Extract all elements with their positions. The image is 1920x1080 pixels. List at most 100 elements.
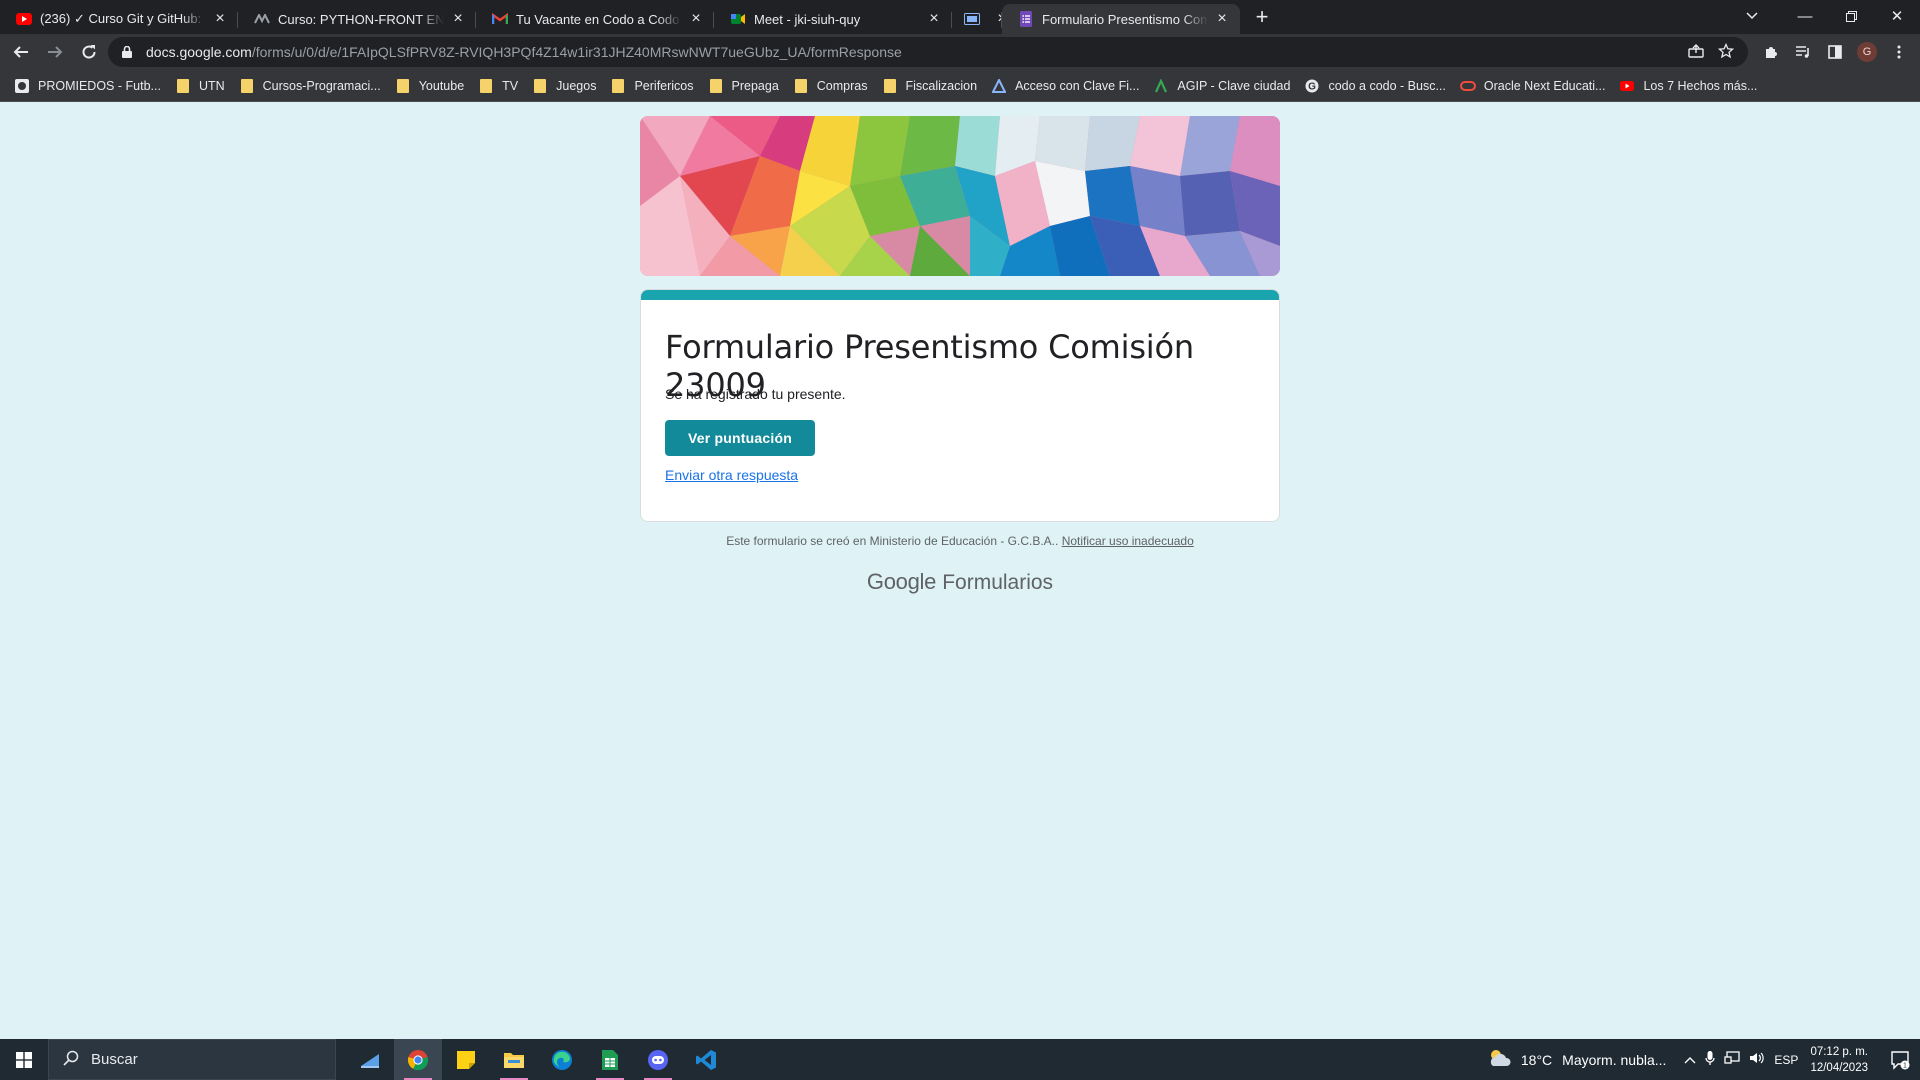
browser-tab[interactable]: × [952, 4, 1002, 34]
folder-icon [882, 78, 898, 94]
taskbar-app-vscode[interactable] [682, 1039, 730, 1080]
restore-icon[interactable] [1828, 0, 1874, 32]
bookmark-label: Youtube [418, 78, 465, 93]
back-icon[interactable] [5, 36, 37, 68]
extensions-icon[interactable] [1756, 37, 1786, 67]
input-language[interactable]: ESP [1774, 1053, 1798, 1067]
toolbar-actions: G [1756, 36, 1914, 68]
google-icon: G [1304, 78, 1320, 94]
taskbar-app-sidebar[interactable] [346, 1039, 394, 1080]
browser-tab[interactable]: Curso: PYTHON-FRONT END 202 × [238, 4, 476, 34]
bookmark-promiedos[interactable]: PROMIEDOS - Futb... [12, 73, 169, 99]
bookmark-folder-fiscalizacion[interactable]: Fiscalizacion [880, 73, 986, 99]
new-tab-button[interactable]: + [1248, 4, 1276, 32]
browser-tab-active[interactable]: Formulario Presentismo Comisión × [1002, 4, 1240, 34]
page-content: Formulario Presentismo Comisión 23009 Se… [0, 103, 1920, 1039]
menu-icon[interactable] [1884, 37, 1914, 67]
taskbar-app-sheets[interactable] [586, 1039, 634, 1080]
submit-another-response-link[interactable]: Enviar otra respuesta [665, 467, 798, 483]
bookmark-folder-tv[interactable]: TV [476, 73, 526, 99]
form-footer-note: Este formulario se creó en Ministerio de… [0, 534, 1920, 548]
folder-icon [708, 78, 724, 94]
bookmark-agip[interactable]: AGIP - Clave ciudad [1151, 73, 1298, 99]
promiedos-icon [14, 78, 30, 94]
close-tab-icon[interactable]: × [688, 11, 704, 27]
bookmarks-bar: PROMIEDOS - Futb... UTN Cursos-Programac… [0, 70, 1920, 102]
taskbar-app-discord[interactable] [634, 1039, 682, 1080]
bookmark-google-search[interactable]: G codo a codo - Busc... [1302, 73, 1453, 99]
taskbar-app-chrome[interactable] [394, 1039, 442, 1080]
window-controls: — ✕ [1782, 0, 1920, 32]
bookmark-label: TV [502, 78, 519, 93]
bookmark-afip[interactable]: Acceso con Clave Fi... [989, 73, 1147, 99]
browser-tab[interactable]: (236) ✓ Curso Git y GitHub: Inst × [0, 4, 238, 34]
bookmark-folder-youtube[interactable]: Youtube [393, 73, 472, 99]
close-window-icon[interactable]: ✕ [1874, 0, 1920, 32]
profile-avatar[interactable]: G [1852, 37, 1882, 67]
taskbar-app-file-explorer[interactable] [490, 1039, 538, 1080]
afip-icon [991, 78, 1007, 94]
notification-count: 1 [1903, 1062, 1907, 1069]
bookmark-label: PROMIEDOS - Futb... [38, 78, 161, 93]
folder-icon [793, 78, 809, 94]
side-panel-icon[interactable] [1820, 37, 1850, 67]
close-tab-icon[interactable]: × [994, 11, 1002, 27]
weather-description: Mayorm. nubla... [1562, 1051, 1667, 1068]
close-tab-icon[interactable]: × [1214, 11, 1230, 27]
clock-time: 07:12 p. m. [1810, 1045, 1868, 1058]
volume-icon[interactable] [1749, 1051, 1765, 1068]
address-bar[interactable]: docs.google.com/forms/u/0/d/e/1FAIpQLSfP… [108, 37, 1748, 67]
url-host: docs.google.com [146, 44, 252, 60]
bookmark-label: codo a codo - Busc... [1328, 78, 1446, 93]
bookmark-folder-compras[interactable]: Compras [791, 73, 876, 99]
bookmark-folder-juegos[interactable]: Juegos [530, 73, 604, 99]
folder-icon [175, 78, 191, 94]
close-tab-icon[interactable]: × [212, 11, 228, 27]
google-forms-logo[interactable]: Google Formularios [0, 569, 1920, 595]
bookmark-folder-utn[interactable]: UTN [173, 73, 233, 99]
taskbar-apps [346, 1039, 730, 1080]
folder-icon [239, 78, 255, 94]
forward-icon[interactable] [39, 36, 71, 68]
minimize-icon[interactable]: — [1782, 0, 1828, 32]
bookmark-label: Juegos [556, 78, 597, 93]
share-icon[interactable] [1688, 43, 1704, 61]
microphone-icon[interactable] [1705, 1050, 1716, 1069]
report-abuse-link[interactable]: Notificar uso inadecuado [1062, 534, 1194, 548]
bookmark-folder-prepaga[interactable]: Prepaga [706, 73, 787, 99]
browser-tab[interactable]: Tu Vacante en Codo a Codo te e × [476, 4, 714, 34]
bookmark-folder-cursos[interactable]: Cursos-Programaci... [237, 73, 389, 99]
bookmark-youtube-video[interactable]: Los 7 Hechos más... [1617, 73, 1765, 99]
media-control-icon[interactable] [1788, 37, 1818, 67]
close-tab-icon[interactable]: × [450, 11, 466, 27]
network-icon[interactable] [1724, 1051, 1741, 1068]
bookmark-label: Oracle Next Educati... [1483, 78, 1606, 93]
bookmark-label: Prepaga [731, 78, 779, 93]
show-hidden-icons-chevron-icon[interactable] [1684, 1053, 1696, 1067]
campus-icon [254, 11, 270, 27]
lock-icon[interactable] [122, 46, 136, 58]
taskbar-search[interactable]: Buscar [48, 1039, 336, 1080]
confirmation-card: Formulario Presentismo Comisión 23009 Se… [640, 289, 1280, 522]
bookmark-folder-perifericos[interactable]: Perifericos [608, 73, 701, 99]
browser-tab[interactable]: Meet - jki-siuh-quy × [714, 4, 952, 34]
bookmark-label: Acceso con Clave Fi... [1015, 78, 1140, 93]
close-tab-icon[interactable]: × [926, 11, 942, 27]
bookmark-oracle[interactable]: Oracle Next Educati... [1458, 73, 1614, 99]
bookmark-label: UTN [198, 78, 225, 93]
bookmark-label: Perifericos [634, 78, 694, 93]
reload-icon[interactable] [73, 36, 105, 68]
view-score-button[interactable]: Ver puntuación [665, 420, 815, 456]
tab-title: Curso: PYTHON-FRONT END 202 [278, 11, 444, 27]
windows-start-icon[interactable] [0, 1039, 48, 1080]
notification-center-icon[interactable]: 1 [1880, 1039, 1920, 1080]
taskbar-app-sticky-notes[interactable] [442, 1039, 490, 1080]
tab-title: Formulario Presentismo Comisión [1042, 11, 1208, 27]
taskbar-app-edge[interactable] [538, 1039, 586, 1080]
taskbar-clock[interactable]: 07:12 p. m. 12/04/2023 [1810, 1044, 1868, 1076]
tab-title: Meet - jki-siuh-quy [754, 11, 861, 27]
weather-widget[interactable]: 18°C Mayorm. nubla... [1487, 1048, 1667, 1071]
tab-search-icon[interactable] [1732, 0, 1772, 32]
bookmark-label: AGIP - Clave ciudad [1177, 78, 1291, 93]
bookmark-star-icon[interactable] [1717, 42, 1735, 62]
